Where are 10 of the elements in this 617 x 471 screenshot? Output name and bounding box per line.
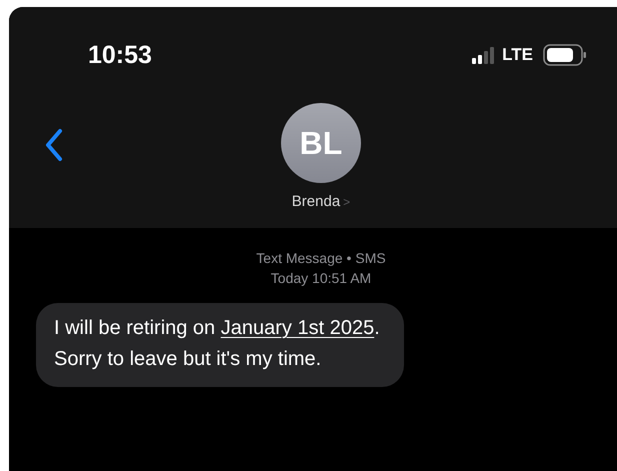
message-service: Text Message • SMS (255, 249, 387, 268)
status-time: 10:53 (88, 40, 153, 70)
date-link[interactable]: January 1st 2025 (220, 317, 374, 339)
signal-icon (472, 46, 496, 64)
battery-icon (543, 44, 587, 66)
message-bubble: I will be retiring on January 1st 2025. Sorry to leave but it's my time. (36, 303, 404, 387)
network-label: LTE (502, 45, 533, 65)
contact-name[interactable]: Brenda > (292, 193, 350, 210)
back-icon[interactable] (44, 128, 64, 162)
message-timestamp: Today 10:51 AM (270, 269, 372, 288)
